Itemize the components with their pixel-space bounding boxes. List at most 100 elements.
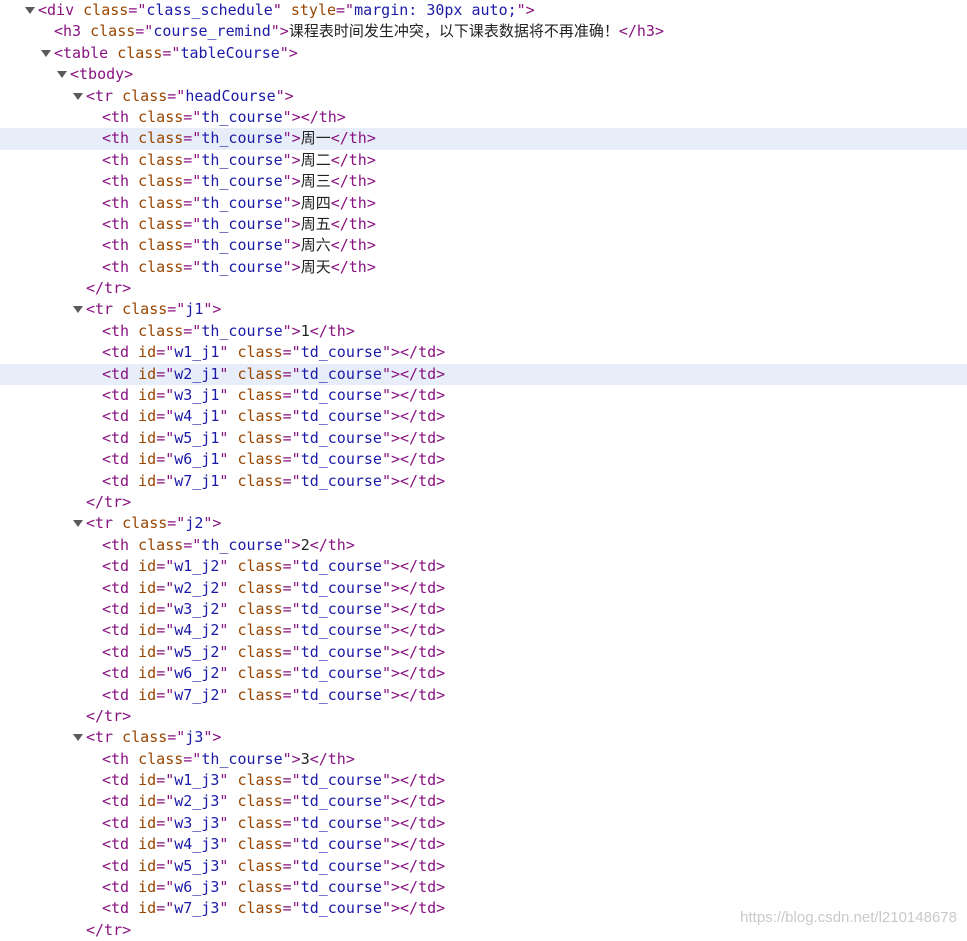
dom-node-line[interactable]: <th class="th_course">周一</th> [0, 128, 967, 150]
attribute-value: w4_j2 [174, 621, 220, 640]
dom-node-line[interactable]: <tr class="j3"> [0, 727, 967, 748]
dom-node-line[interactable]: <td id="w1_j2" class="td_course"></td> [0, 556, 967, 577]
tag-token: <th [102, 129, 130, 148]
dom-node-line[interactable]: <td id="w7_j1" class="td_course"></td> [0, 471, 967, 492]
dom-node-line[interactable]: </tr> [0, 706, 967, 727]
dom-node-markup: <td id="w7_j3" class="td_course"></td> [102, 898, 445, 919]
dom-node-line[interactable]: <td id="w1_j1" class="td_course"></td> [0, 342, 967, 363]
dom-node-line[interactable]: <div class="class_schedule" style="margi… [0, 0, 967, 21]
tag-token: =" [156, 364, 175, 383]
dom-node-line[interactable]: <h3 class="course_remind">课程表时间发生冲突，以下课表… [0, 21, 967, 42]
dom-node-line[interactable]: <td id="w3_j3" class="td_course"></td> [0, 813, 967, 834]
expand-triangle-icon[interactable] [72, 727, 84, 748]
dom-node-line[interactable]: <td id="w4_j1" class="td_course"></td> [0, 406, 967, 427]
text-node: 周三 [300, 172, 331, 191]
attribute-value: th_course [201, 214, 283, 233]
dom-node-markup: <th class="th_course">周四</th> [102, 193, 376, 214]
dom-node-line[interactable]: <td id="w4_j3" class="td_course"></td> [0, 834, 967, 855]
dom-node-line[interactable]: <td id="w3_j2" class="td_course"></td> [0, 599, 967, 620]
tag-token: =" [156, 428, 175, 447]
expand-triangle-icon[interactable] [40, 43, 52, 64]
dom-node-markup: <th class="th_course">周一</th> [102, 128, 376, 149]
dom-node-line[interactable]: <th class="th_course">周三</th> [0, 171, 967, 192]
tag-token: =" [156, 557, 175, 576]
attribute-value: th_course [201, 193, 283, 212]
tag-token: <th [102, 236, 130, 255]
dom-node-line[interactable]: </tr> [0, 492, 967, 513]
dom-node-line[interactable]: <th class="th_course">周五</th> [0, 214, 967, 235]
attribute-value: w6_j1 [174, 450, 220, 469]
dom-node-line[interactable]: <tbody> [0, 64, 967, 85]
attribute-name: class [228, 557, 283, 576]
dom-node-line[interactable]: <td id="w1_j3" class="td_course"></td> [0, 770, 967, 791]
watermark: https://blog.csdn.net/l210148678 [740, 909, 957, 926]
dom-node-markup: <td id="w3_j3" class="td_course"></td> [102, 813, 445, 834]
tag-token: <td [102, 771, 130, 790]
dom-node-markup: <th class="th_course">3</th> [102, 749, 355, 770]
attribute-value: td_course [300, 578, 382, 597]
tag-token: =" [156, 642, 175, 661]
tag-token: <td [102, 792, 130, 811]
dom-node-line[interactable]: <tr class="headCourse"> [0, 86, 967, 107]
text-node: 周四 [300, 193, 331, 212]
attribute-name: class [113, 300, 168, 319]
dom-node-line[interactable]: <td id="w2_j2" class="td_course"></td> [0, 578, 967, 599]
expand-triangle-icon[interactable] [72, 86, 84, 107]
tag-token: =" [336, 1, 355, 19]
dom-node-line[interactable]: <th class="th_course">周六</th> [0, 235, 967, 256]
dom-node-line[interactable]: <td id="w6_j2" class="td_course"></td> [0, 663, 967, 684]
tag-token: =" [183, 749, 202, 768]
dom-node-line[interactable]: <td id="w6_j1" class="td_course"></td> [0, 449, 967, 470]
dom-node-line[interactable]: <td id="w2_j1" class="td_course"></td> [0, 363, 967, 386]
dom-node-line[interactable]: <td id="w5_j3" class="td_course"></td> [0, 856, 967, 877]
tag-token: <td [102, 835, 130, 854]
dom-node-line[interactable]: <th class="th_course">周四</th> [0, 193, 967, 214]
expand-triangle-icon[interactable] [24, 0, 36, 21]
attribute-name: class [129, 257, 184, 276]
dom-node-line[interactable]: <th class="th_course">周二</th> [0, 150, 967, 171]
attribute-value: td_course [300, 878, 382, 897]
dom-node-markup: <div class="class_schedule" style="margi… [38, 0, 535, 21]
attribute-name: id [129, 386, 157, 405]
dom-node-line[interactable]: <td id="w2_j3" class="td_course"></td> [0, 791, 967, 812]
tag-token: </td> [400, 899, 446, 918]
dom-node-line[interactable]: <th class="th_course"></th> [0, 107, 967, 128]
dom-node-line[interactable]: <th class="th_course">周天</th> [0, 257, 967, 278]
dom-node-line[interactable]: <th class="th_course">1</th> [0, 321, 967, 342]
tag-token: <tr [86, 728, 114, 747]
attribute-name: id [129, 835, 157, 854]
dom-node-line[interactable]: <tr class="j2"> [0, 513, 967, 534]
dom-node-markup: <td id="w6_j3" class="td_course"></td> [102, 877, 445, 898]
tag-token: "> [381, 621, 401, 640]
dom-node-line[interactable]: <td id="w3_j1" class="td_course"></td> [0, 385, 967, 406]
dom-node-line[interactable]: <table class="tableCourse"> [0, 43, 967, 64]
attribute-name: id [129, 899, 157, 918]
expand-triangle-icon[interactable] [56, 64, 68, 85]
attribute-value: w4_j1 [174, 407, 220, 426]
dom-node-line[interactable]: <tr class="j1"> [0, 299, 967, 320]
expand-triangle-icon[interactable] [72, 513, 84, 534]
attribute-name: class [129, 535, 184, 554]
dom-node-markup: <td id="w5_j2" class="td_course"></td> [102, 642, 445, 663]
dom-node-line[interactable]: </tr> [0, 278, 967, 299]
tag-token: "> [282, 107, 301, 126]
tag-token: "> [203, 514, 222, 533]
dom-node-line[interactable]: <th class="th_course">2</th> [0, 535, 967, 556]
tag-token: "> [381, 364, 401, 383]
dom-node-line[interactable]: <td id="w5_j1" class="td_course"></td> [0, 428, 967, 449]
dom-node-markup: <td id="w4_j1" class="td_course"></td> [102, 406, 445, 427]
dom-node-line[interactable]: <th class="th_course">3</th> [0, 749, 967, 770]
dom-node-line[interactable]: <td id="w4_j2" class="td_course"></td> [0, 620, 967, 641]
attribute-value: td_course [300, 771, 382, 790]
attribute-name: class [129, 236, 184, 255]
tag-token: <td [102, 621, 130, 640]
tag-token: <td [102, 664, 130, 683]
tag-token: =" [183, 214, 202, 233]
dom-node-line[interactable]: <td id="w7_j2" class="td_course"></td> [0, 685, 967, 706]
tag-token: </tr> [86, 279, 132, 298]
tag-token: "> [282, 193, 301, 212]
tag-token: </th> [309, 749, 355, 768]
expand-triangle-icon[interactable] [72, 299, 84, 320]
dom-node-line[interactable]: <td id="w5_j2" class="td_course"></td> [0, 642, 967, 663]
dom-node-line[interactable]: <td id="w6_j3" class="td_course"></td> [0, 877, 967, 898]
